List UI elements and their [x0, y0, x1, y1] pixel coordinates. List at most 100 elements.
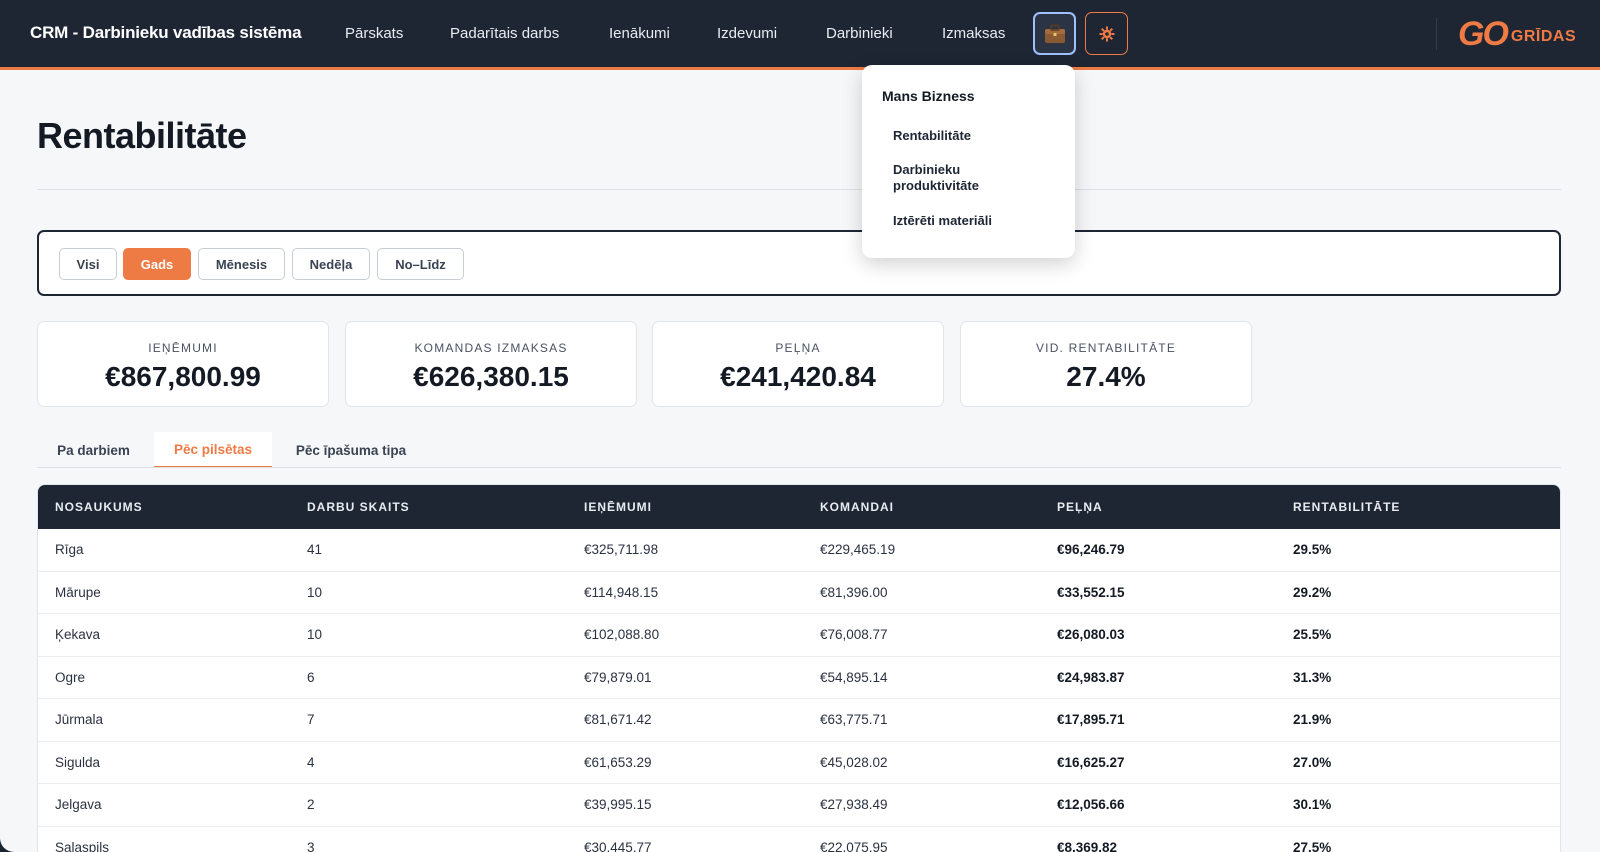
cell-revenue: €61,653.29 [584, 754, 652, 770]
cell-team: €76,008.77 [820, 627, 888, 642]
tab-by-jobs[interactable]: Pa darbiem [37, 432, 150, 468]
col-header-team[interactable]: KOMANDAI [820, 500, 894, 514]
cell-revenue: €79,879.01 [584, 669, 652, 685]
cell-profit: €16,625.27 [1057, 754, 1125, 770]
logo-text: GRĪDAS [1510, 28, 1577, 45]
cell-name: Jūrmala [55, 712, 104, 727]
page-title: Rentabilitāte [37, 115, 247, 156]
col-header-profitability[interactable]: RENTABILITĀTE [1293, 500, 1400, 514]
tab-by-city[interactable]: Pēc pilsētas [154, 432, 272, 468]
table-row[interactable]: Mārupe 10 €114,948.15 €81,396.00 €33,552.15 2… [38, 572, 1560, 614]
profitability-table: NOSAUKUMS DARBU SKAITS IEŅĒMUMI KOMANDAI… [37, 484, 1561, 852]
filter-nedela-button[interactable]: Nedēļa [292, 248, 370, 280]
app-brand[interactable]: CRM - Darbinieku vadības sistēma [30, 23, 302, 43]
cell-name: Rīga [55, 542, 84, 557]
menu-item-izteretie-materiali[interactable]: Iztērēti materiāli [893, 213, 1043, 229]
cell-profitability: 27.5% [1293, 839, 1332, 852]
nav-item-izmaksas[interactable]: Izmaksas [942, 25, 1005, 42]
tab-by-property-type[interactable]: Pēc īpašuma tipa [284, 432, 418, 468]
stat-value: €241,420.84 [720, 361, 876, 392]
table-row[interactable]: Ogre 6 €79,879.01 €54,895.14 €24,983.87 31.3% [38, 657, 1560, 699]
cell-profit: €12,056.66 [1057, 797, 1125, 812]
menu-item-darbinieku-produktivitate[interactable]: Darbinieku produktivitāte [893, 162, 998, 194]
cell-revenue: €102,088.80 [584, 627, 660, 642]
table-row[interactable]: Salaspils 3 €30,445.77 €22,075.95 €8,369.82 2… [38, 827, 1560, 852]
cell-name: Ogre [55, 669, 86, 685]
filter-no-lidz-button[interactable]: No–Līdz [377, 248, 464, 280]
app-frame: CRM - Darbinieku vadības sistēma Pārskat… [0, 0, 1600, 852]
table-row[interactable]: Ķekava 10 €102,088.80 €76,008.77 €26,080.03 2… [38, 614, 1560, 657]
cell-team: €229,465.19 [820, 542, 896, 557]
table-row[interactable]: Jūrmala 7 €81,671.42 €63,775.71 €17,895.71 21… [38, 699, 1560, 742]
cell-profit: €33,552.15 [1057, 584, 1125, 600]
cell-profit: €96,246.79 [1057, 542, 1125, 557]
stat-label: KOMANDAS IZMAKSAS [414, 341, 568, 355]
cell-job-count: 2 [307, 797, 315, 812]
menu-item-rentabilitate[interactable]: Rentabilitāte [893, 128, 1043, 144]
nav-divider [1436, 18, 1437, 50]
table-header: NOSAUKUMS DARBU SKAITS IEŅĒMUMI KOMANDAI… [38, 485, 1560, 529]
filter-menesis-button[interactable]: Mēnesis [198, 248, 285, 280]
filter-visi-button[interactable]: Visi [59, 248, 117, 280]
stat-card-avg-profitability: VID. RENTABILITĀTE 27.4% [960, 321, 1252, 407]
cell-team: €45,028.02 [820, 754, 888, 770]
cell-profit: €17,895.71 [1057, 712, 1125, 727]
stat-label: IEŅĒMUMI [148, 341, 218, 355]
table-row[interactable]: Jelgava 2 €39,995.15 €27,938.49 €12,056.66 30… [38, 784, 1560, 827]
gear-icon [1099, 26, 1114, 41]
cell-profitability: 31.3% [1293, 669, 1332, 685]
cell-team: €63,775.71 [820, 712, 888, 727]
table-row[interactable]: Rīga 41 €325,711.98 €229,465.19 €96,246.79 29… [38, 529, 1560, 572]
cell-name: Jelgava [55, 797, 102, 812]
cell-profitability: 29.2% [1293, 584, 1332, 600]
filter-gads-button[interactable]: Gads [123, 248, 191, 280]
cell-name: Salaspils [55, 839, 110, 852]
nav-item-izdevumi[interactable]: Izdevumi [717, 25, 777, 42]
table-row[interactable]: Sigulda 4 €61,653.29 €45,028.02 €16,625.27 27… [38, 742, 1560, 784]
cell-revenue: €81,671.42 [584, 712, 652, 727]
cell-job-count: 7 [307, 712, 315, 727]
stat-label: PEĻŅA [775, 341, 821, 355]
cell-job-count: 4 [307, 754, 315, 770]
nav-item-ienakumi[interactable]: Ienākumi [609, 25, 670, 42]
settings-button[interactable] [1085, 12, 1128, 55]
company-logo[interactable]: GO GRĪDAS [1458, 15, 1576, 53]
nav-item-darbinieki[interactable]: Darbinieki [826, 25, 893, 42]
stat-card-team-costs: KOMANDAS IZMAKSAS €626,380.15 [345, 321, 637, 407]
cell-team: €22,075.95 [820, 839, 888, 852]
cell-revenue: €114,948.15 [584, 584, 659, 600]
cell-profitability: 30.1% [1293, 797, 1332, 812]
cell-profit: €24,983.87 [1057, 669, 1125, 685]
nav-item-parskats[interactable]: Pārskats [345, 25, 403, 42]
col-header-name[interactable]: NOSAUKUMS [55, 500, 143, 514]
cell-name: Sigulda [55, 754, 101, 770]
cell-profitability: 27.0% [1293, 754, 1332, 770]
cell-team: €81,396.00 [820, 584, 888, 600]
cell-job-count: 10 [307, 627, 323, 642]
nav-item-padaritais-darbs[interactable]: Padarītais darbs [450, 25, 559, 42]
cell-job-count: 10 [307, 584, 323, 600]
cell-name: Ķekava [55, 627, 101, 642]
cell-profit: €8,369.82 [1057, 839, 1118, 852]
cell-job-count: 6 [307, 669, 315, 685]
tabs-divider [37, 467, 1561, 468]
cell-profitability: 29.5% [1293, 542, 1332, 557]
period-filter-bar: Visi Gads Mēnesis Nedēļa No–Līdz [37, 230, 1561, 296]
cell-job-count: 3 [307, 839, 315, 852]
stat-value: €626,380.15 [413, 361, 569, 392]
col-header-profit[interactable]: PEĻŅA [1057, 500, 1103, 514]
logo-mark: GO [1458, 14, 1509, 53]
stat-label: VID. RENTABILITĀTE [1035, 341, 1177, 355]
cell-name: Mārupe [55, 584, 101, 600]
col-header-job-count[interactable]: DARBU SKAITS [307, 500, 410, 514]
cell-revenue: €39,995.15 [584, 797, 652, 812]
cell-team: €54,895.14 [820, 669, 888, 685]
business-menu-button[interactable] [1033, 12, 1076, 55]
cell-revenue: €325,711.98 [584, 542, 659, 557]
dropdown-title: Mans Bizness [882, 88, 975, 104]
cell-profitability: 25.5% [1293, 627, 1332, 642]
cell-profit: €26,080.03 [1057, 627, 1125, 642]
cell-profitability: 21.9% [1293, 712, 1332, 727]
stat-value: 27.4% [1066, 361, 1146, 392]
col-header-revenue[interactable]: IEŅĒMUMI [584, 500, 652, 514]
